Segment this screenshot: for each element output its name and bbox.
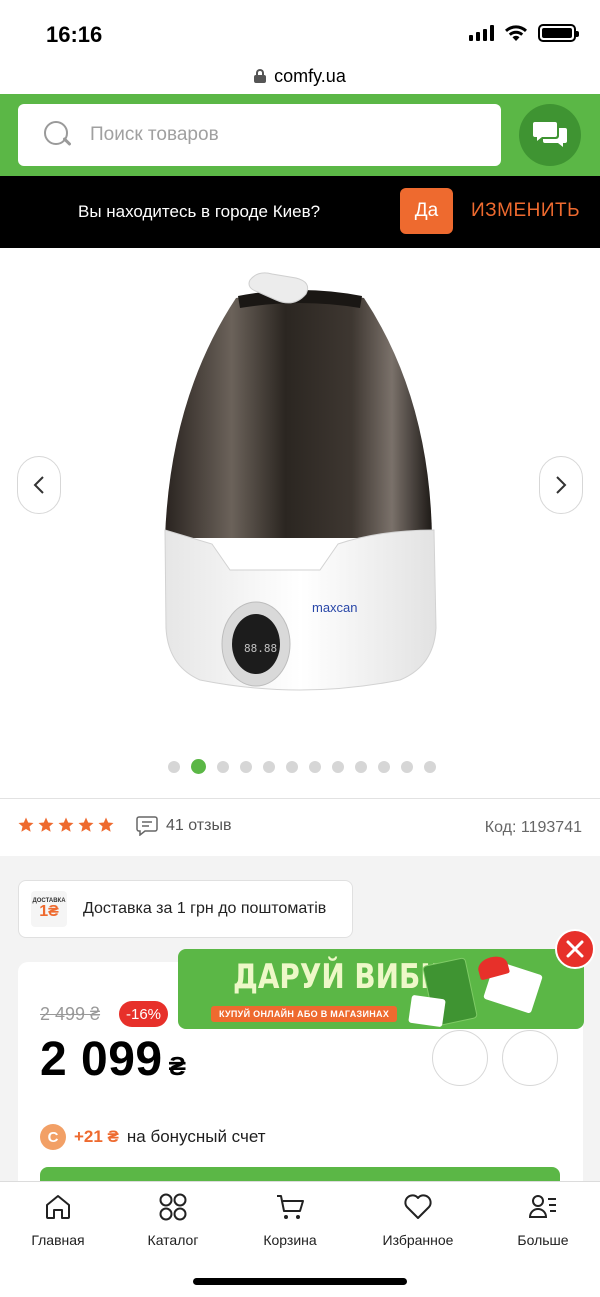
gallery-dot[interactable] — [240, 760, 252, 773]
star-icon — [78, 817, 94, 832]
search-placeholder: Поиск товаров — [90, 124, 219, 145]
divider — [0, 798, 600, 799]
reviews-count: 41 отзыв — [166, 817, 232, 834]
product-gallery[interactable]: 88.88 maxcan — [0, 248, 600, 798]
close-icon — [566, 940, 584, 958]
wishlist-button[interactable] — [502, 1030, 558, 1086]
url-bar[interactable]: comfy.ua — [0, 58, 600, 94]
catalog-icon — [159, 1193, 187, 1221]
gallery-pagination[interactable] — [0, 759, 600, 774]
humidifier-display-readout: 88.88 — [244, 642, 277, 655]
battery-icon — [538, 24, 579, 42]
delivery-badge-price: 1₴ — [39, 903, 59, 920]
wifi-icon — [505, 25, 527, 41]
reviews-link[interactable]: 41 отзыв — [136, 816, 231, 836]
gallery-dot[interactable] — [286, 760, 298, 773]
status-bar: 16:16 — [0, 0, 600, 58]
gallery-dot[interactable] — [191, 759, 206, 774]
bonus-amount: +21 ₴ — [74, 1127, 119, 1146]
discount-badge: -16% — [119, 1001, 169, 1027]
compare-button[interactable] — [432, 1030, 488, 1086]
star-icon — [18, 817, 34, 832]
nav-cart[interactable]: Корзина — [235, 1190, 345, 1248]
gallery-dot[interactable] — [424, 760, 436, 773]
search-input[interactable]: Поиск товаров — [18, 104, 501, 166]
star-icon — [58, 817, 74, 832]
promo-banner[interactable]: ДАРУЙ ВИБІР КУПУЙ ОНЛАЙН АБО В МАГАЗИНАХ — [178, 949, 584, 1029]
city-question: Вы находитесь в городе Киев? — [78, 202, 321, 221]
nav-label: Главная — [31, 1232, 85, 1248]
gallery-dot[interactable] — [378, 760, 390, 773]
nav-home[interactable]: Главная — [3, 1190, 113, 1248]
home-icon — [46, 1195, 70, 1219]
product-brand-label: maxcan — [312, 600, 358, 615]
bonus-text: на бонусный счет — [126, 1127, 266, 1146]
rating-stars — [17, 816, 115, 834]
delivery-badge: ДОСТАВКА 1₴ — [31, 891, 67, 927]
nav-favorites[interactable]: Избранное — [363, 1190, 473, 1248]
bonus-info: C +21 ₴ на бонусный счет — [40, 1124, 266, 1150]
cellular-signal-icon — [469, 25, 494, 41]
current-price: 2 099 ₴ — [40, 1032, 186, 1087]
nav-label: Каталог — [147, 1232, 199, 1248]
url-text: comfy.ua — [274, 65, 346, 86]
home-indicator[interactable] — [193, 1278, 407, 1285]
change-city-link[interactable]: ИЗМЕНИТЬ — [471, 200, 580, 222]
promo-title: ДАРУЙ ВИБІР — [233, 957, 452, 997]
gift-box-image — [408, 994, 446, 1028]
cart-icon — [277, 1195, 304, 1219]
gallery-dot[interactable] — [168, 760, 180, 773]
delivery-promo[interactable]: ДОСТАВКА 1₴ Доставка за 1 грн до поштома… — [18, 880, 353, 938]
nav-catalog[interactable]: Каталог — [118, 1190, 228, 1248]
gallery-dot[interactable] — [332, 760, 344, 773]
chevron-right-icon — [556, 476, 567, 494]
chat-button[interactable] — [519, 104, 581, 166]
nav-label: Корзина — [263, 1232, 317, 1248]
price-currency: ₴ — [168, 1051, 187, 1081]
bonus-coin-icon: C — [40, 1124, 66, 1150]
rating-row: 41 отзыв Код: 1193741 — [0, 800, 600, 856]
price-value: 2 099 — [40, 1033, 163, 1086]
gallery-next-button[interactable] — [539, 456, 583, 514]
lock-icon — [254, 69, 267, 83]
nav-label: Избранное — [382, 1232, 454, 1248]
comment-icon — [136, 816, 158, 836]
chat-icon — [533, 122, 567, 147]
chevron-left-icon — [33, 476, 44, 494]
gallery-dot[interactable] — [401, 760, 413, 773]
gallery-dot[interactable] — [355, 760, 367, 773]
gallery-dot[interactable] — [217, 760, 229, 773]
gallery-prev-button[interactable] — [17, 456, 61, 514]
star-icon — [98, 817, 114, 832]
site-header: Поиск товаров — [0, 94, 600, 176]
promo-subtitle: КУПУЙ ОНЛАЙН АБО В МАГАЗИНАХ — [211, 1006, 398, 1022]
star-icon — [38, 817, 54, 832]
more-icon — [528, 1195, 556, 1218]
gallery-dot[interactable] — [263, 760, 275, 773]
gallery-dot[interactable] — [309, 760, 321, 773]
close-promo-button[interactable] — [555, 929, 595, 969]
old-price: 2 499 ₴ — [40, 1004, 101, 1024]
confirm-city-button[interactable]: Да — [400, 188, 453, 234]
city-confirm-bar: Вы находитесь в городе Киев? Да ИЗМЕНИТЬ — [0, 176, 600, 248]
product-image: 88.88 maxcan — [164, 272, 437, 691]
heart-icon — [404, 1194, 432, 1219]
nav-label: Больше — [517, 1232, 569, 1248]
delivery-text: Доставка за 1 грн до поштоматів — [83, 900, 327, 917]
status-time: 16:16 — [46, 22, 103, 47]
product-code: Код: 1193741 — [484, 819, 582, 836]
nav-more[interactable]: Больше — [488, 1190, 598, 1248]
search-icon — [44, 121, 72, 149]
status-icons — [469, 24, 579, 42]
